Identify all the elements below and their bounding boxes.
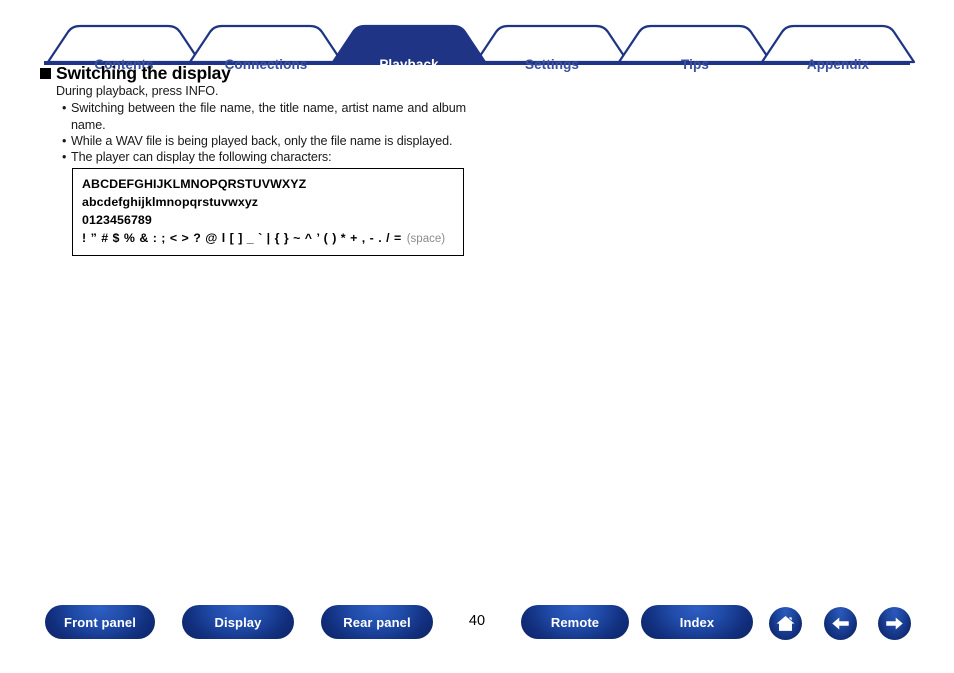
section-heading: Switching the display: [40, 63, 231, 84]
list-item: • Switching between the file name, the t…: [62, 100, 466, 134]
arrow-right-icon: [886, 617, 903, 630]
space-note-label: (space): [406, 233, 446, 245]
bullet-dot-icon: •: [62, 134, 67, 148]
footer-bar: Front panel Display Rear panel 40 Remote…: [0, 605, 954, 653]
bullet-dot-icon: •: [62, 150, 67, 164]
back-button[interactable]: [824, 607, 857, 640]
list-item-text: Switching between the file name, the tit…: [71, 101, 466, 132]
supported-characters-box: ABCDEFGHIJKLMNOPQRSTUVWXYZ abcdefghijklm…: [72, 168, 464, 256]
home-icon: [776, 615, 795, 631]
list-item-text: The player can display the following cha…: [71, 150, 332, 164]
forward-button[interactable]: [878, 607, 911, 640]
remote-button[interactable]: Remote: [521, 605, 629, 639]
front-panel-button-label: Front panel: [64, 614, 136, 630]
list-item-text: While a WAV file is being played back, o…: [71, 134, 453, 148]
index-button-label: Index: [679, 614, 715, 630]
characters-digits: 0123456789: [82, 213, 152, 227]
rear-panel-button[interactable]: Rear panel: [321, 605, 433, 639]
page-content: Switching the display During playback, p…: [0, 0, 954, 673]
characters-uppercase: ABCDEFGHIJKLMNOPQRSTUVWXYZ: [82, 177, 307, 191]
arrow-left-icon: [832, 617, 849, 630]
remote-button-label: Remote: [550, 614, 600, 630]
display-button[interactable]: Display: [182, 605, 294, 639]
section-heading-text: Switching the display: [56, 63, 231, 83]
display-button-label: Display: [214, 614, 262, 630]
rear-panel-button-label: Rear panel: [343, 614, 411, 630]
intro-text: During playback, press INFO.: [56, 84, 219, 98]
bullet-dot-icon: •: [62, 101, 67, 115]
characters-lowercase: abcdefghijklmnopqrstuvwxyz: [82, 195, 259, 209]
list-item: • While a WAV file is being played back,…: [62, 133, 492, 150]
filled-square-icon: [40, 68, 51, 79]
home-button[interactable]: [769, 607, 802, 640]
characters-symbols-text: ! ” # $ % & : ; < > ? @ l [ ] _ ` | { } …: [82, 231, 402, 245]
page-number: 40: [468, 613, 486, 629]
front-panel-button[interactable]: Front panel: [45, 605, 155, 639]
index-button[interactable]: Index: [641, 605, 753, 639]
characters-symbols: ! ” # $ % & : ; < > ? @ l [ ] _ ` | { } …: [82, 231, 445, 245]
list-item: • The player can display the following c…: [62, 149, 492, 166]
